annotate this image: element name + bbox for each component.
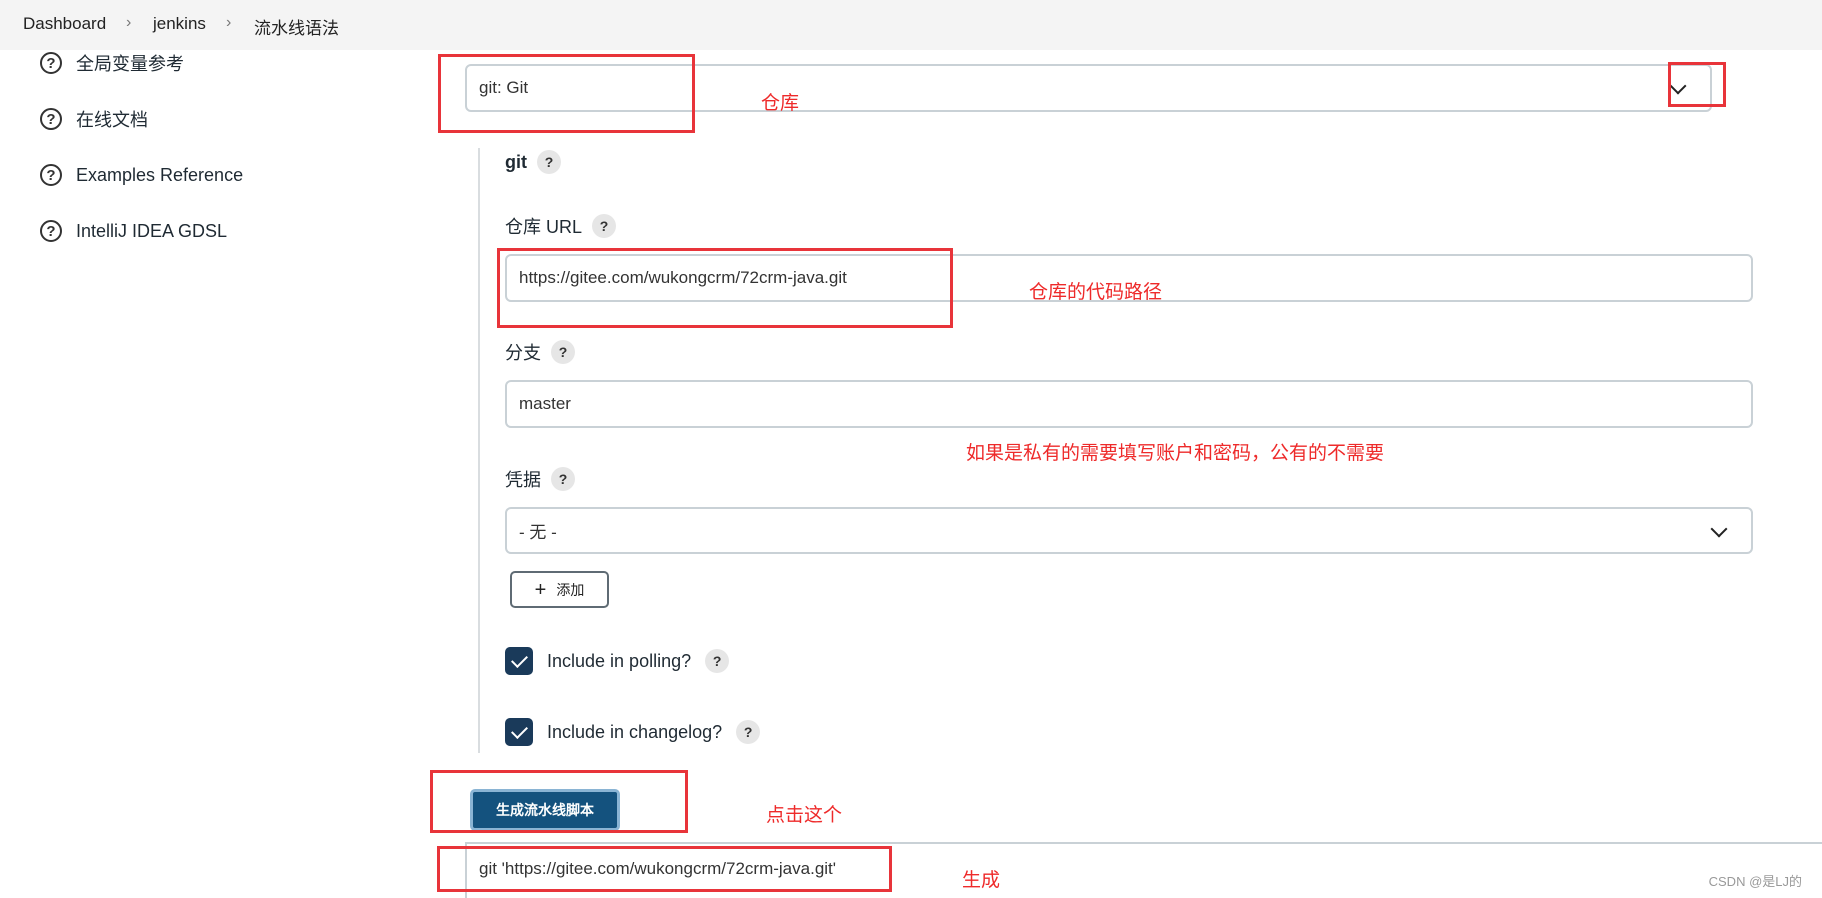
check-icon — [510, 721, 528, 739]
include-polling-checkbox[interactable] — [505, 647, 533, 675]
include-changelog-row: Include in changelog? ? — [505, 718, 761, 746]
annotation-repo: 仓库 — [761, 92, 800, 114]
help-icon[interactable]: ? — [551, 340, 575, 364]
help-circle-icon: ? — [40, 108, 62, 130]
section-title: git — [505, 151, 527, 172]
annotation-generated: 生成 — [962, 869, 1001, 891]
annotation-box-dropdown — [1668, 62, 1726, 107]
breadcrumb-separator-icon: › — [126, 14, 132, 31]
credentials-label-row: 凭据 ? — [505, 466, 575, 492]
include-polling-row: Include in polling? ? — [505, 647, 730, 675]
sidebar-item-label: 在线文档 — [76, 110, 148, 130]
repo-url-label-row: 仓库 URL ? — [505, 213, 617, 239]
include-changelog-checkbox[interactable] — [505, 718, 533, 746]
help-icon[interactable]: ? — [551, 467, 575, 491]
sidebar-item-examples-reference[interactable]: ? Examples Reference — [40, 160, 243, 190]
plus-icon: + — [534, 578, 547, 601]
sidebar-item-label: Examples Reference — [76, 164, 244, 185]
breadcrumb-dashboard[interactable]: Dashboard — [23, 14, 106, 34]
add-credentials-button[interactable]: + 添加 — [510, 571, 609, 608]
help-icon[interactable]: ? — [537, 150, 561, 174]
section-git: git ? — [505, 150, 561, 174]
annotation-box-output — [437, 846, 892, 892]
branch-value: master — [519, 394, 571, 413]
help-icon[interactable]: ? — [592, 214, 617, 238]
breadcrumb-separator-icon: › — [226, 14, 232, 31]
credentials-select[interactable]: - 无 - — [505, 507, 1753, 554]
annotation-credentials: 如果是私有的需要填写账户和密码，公有的不需要 — [966, 442, 1385, 464]
branch-input[interactable]: master — [505, 380, 1753, 428]
include-changelog-label[interactable]: Include in changelog? — [547, 722, 722, 743]
help-circle-icon: ? — [40, 52, 62, 74]
sidebar-item-intellij-gdsl[interactable]: ? IntelliJ IDEA GDSL — [40, 216, 227, 246]
watermark: CSDN @是LJ的 — [1708, 874, 1802, 889]
breadcrumb-jenkins[interactable]: jenkins — [153, 14, 206, 34]
sidebar-item-label: 全局变量参考 — [76, 54, 184, 74]
help-circle-icon: ? — [40, 220, 62, 242]
annotation-box-step — [438, 54, 695, 133]
include-polling-label[interactable]: Include in polling? — [547, 651, 691, 672]
section-divider — [478, 148, 480, 753]
breadcrumb-pipeline-syntax[interactable]: 流水线语法 — [254, 14, 339, 39]
annotation-box-generate — [430, 770, 688, 833]
chevron-down-icon — [1710, 520, 1728, 538]
sidebar-item-label: IntelliJ IDEA GDSL — [76, 220, 228, 241]
sidebar-item-global-variables[interactable]: ? 全局变量参考 — [40, 48, 184, 78]
annotation-url: 仓库的代码路径 — [1029, 281, 1163, 303]
annotation-click: 点击这个 — [766, 804, 843, 826]
branch-label: 分支 — [505, 343, 541, 363]
help-icon[interactable]: ? — [705, 649, 730, 673]
add-button-label: 添加 — [556, 581, 585, 598]
help-icon[interactable]: ? — [736, 720, 761, 744]
branch-label-row: 分支 ? — [505, 339, 575, 365]
credentials-value: - 无 - — [519, 523, 557, 542]
check-icon — [510, 650, 528, 668]
credentials-label: 凭据 — [505, 470, 541, 490]
help-circle-icon: ? — [40, 164, 62, 186]
annotation-box-url — [497, 248, 953, 328]
sidebar-item-online-docs[interactable]: ? 在线文档 — [40, 104, 148, 134]
repo-url-label: 仓库 URL — [505, 217, 583, 237]
